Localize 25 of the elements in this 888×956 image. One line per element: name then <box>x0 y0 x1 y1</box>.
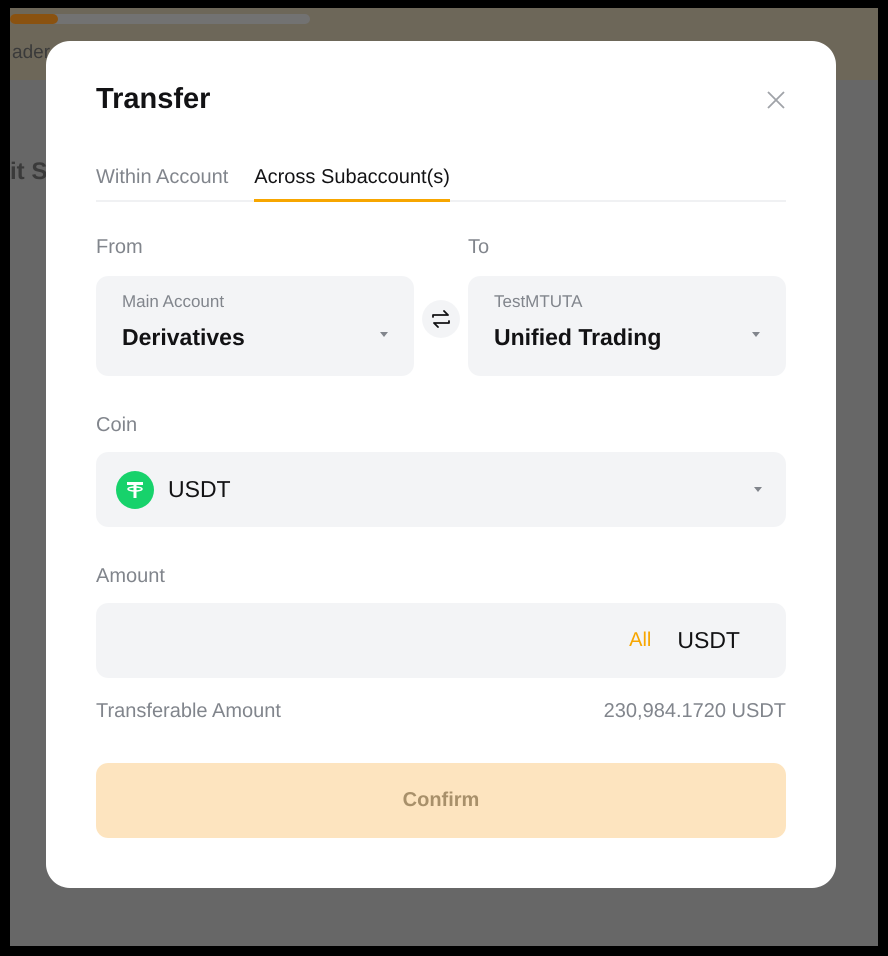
wallet-name: Derivatives <box>122 324 245 351</box>
amount-field[interactable]: All USDT <box>96 603 786 678</box>
account-name: Main Account <box>122 292 226 312</box>
coin-icon <box>116 470 154 508</box>
account-name: TestMTUTA <box>494 292 584 312</box>
field-label: Amount <box>96 565 166 588</box>
transferable-label: Transferable Amount <box>96 700 281 723</box>
caret-icon <box>752 332 760 336</box>
unit-label: USDT <box>677 627 740 654</box>
swap-icon[interactable] <box>422 300 460 338</box>
account-select[interactable]: TestMTUTA Unified Trading <box>468 276 786 376</box>
account-select[interactable]: Main Account Derivatives <box>96 276 414 376</box>
tab[interactable]: Across Subaccount(s) <box>254 166 450 202</box>
field-label: To <box>468 236 490 259</box>
field-label: From <box>96 236 144 259</box>
coin-select[interactable]: USDT <box>96 452 786 527</box>
progress-fill <box>10 14 58 24</box>
tab[interactable]: Within Account <box>96 166 228 202</box>
field-label: Coin <box>96 414 138 437</box>
coin-name: USDT <box>168 476 232 503</box>
transferable-value: 230,984.1720 USDT <box>604 700 786 723</box>
caret-icon <box>380 332 388 336</box>
dialog-title: Transfer <box>96 83 210 116</box>
wallet-name: Unified Trading <box>494 324 662 351</box>
caret-icon <box>754 487 762 492</box>
